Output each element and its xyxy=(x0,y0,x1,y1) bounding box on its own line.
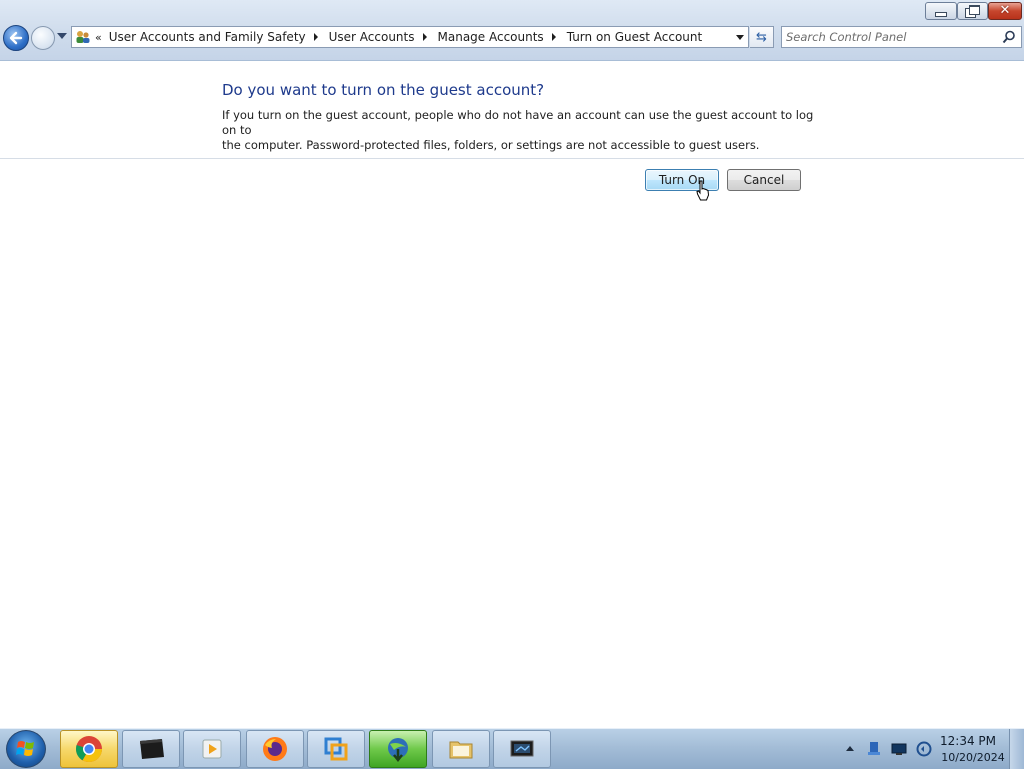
control-panel-icon xyxy=(510,740,534,757)
restore-icon xyxy=(969,5,980,15)
media-player-icon xyxy=(202,739,222,759)
monitor-icon[interactable] xyxy=(891,741,907,757)
system-tray: 12:34 PM 10/20/2024 xyxy=(820,729,1024,769)
taskbar-explorer[interactable] xyxy=(432,730,490,768)
breadcrumb-arrow-icon[interactable] xyxy=(551,33,556,41)
taskbar-terminal[interactable] xyxy=(122,730,180,768)
breadcrumb-manage-accounts[interactable]: Manage Accounts xyxy=(435,30,547,44)
breadcrumb-overflow[interactable]: « xyxy=(91,31,106,44)
close-button[interactable]: ✕ xyxy=(988,2,1022,20)
search-box[interactable] xyxy=(781,26,1022,48)
network-share-icon[interactable] xyxy=(866,741,882,757)
hand-cursor-icon xyxy=(696,180,710,201)
volume-icon[interactable] xyxy=(916,741,932,757)
breadcrumb-user-accounts[interactable]: User Accounts xyxy=(326,30,418,44)
page-description: If you turn on the guest account, people… xyxy=(222,108,822,153)
taskbar-vmware[interactable] xyxy=(307,730,365,768)
breadcrumb-user-accounts-family-safety[interactable]: User Accounts and Family Safety xyxy=(106,30,309,44)
clock-time[interactable]: 12:34 PM xyxy=(938,734,998,748)
restore-button[interactable] xyxy=(957,2,988,20)
breadcrumb-arrow-icon[interactable] xyxy=(313,33,318,41)
back-button[interactable] xyxy=(3,25,29,51)
search-icon[interactable] xyxy=(1002,30,1016,44)
back-arrow-icon xyxy=(9,31,23,45)
close-icon: ✕ xyxy=(999,3,1011,18)
show-hidden-icons-icon[interactable] xyxy=(846,746,854,751)
forward-button[interactable] xyxy=(31,26,55,50)
show-desktop-button[interactable] xyxy=(1009,729,1024,769)
refresh-button[interactable]: ⇆ xyxy=(750,26,774,48)
idm-icon xyxy=(388,738,408,763)
description-line: the computer. Password-protected files, … xyxy=(222,138,760,152)
description-line: If you turn on the guest account, people… xyxy=(222,108,814,137)
taskbar-chrome[interactable] xyxy=(60,730,118,768)
minimize-icon xyxy=(935,11,947,17)
refresh-icon: ⇆ xyxy=(756,29,767,45)
user-accounts-icon xyxy=(75,29,91,45)
divider xyxy=(0,158,1024,159)
recent-pages-dropdown[interactable] xyxy=(57,33,67,39)
cancel-button[interactable]: Cancel xyxy=(727,169,801,191)
breadcrumb-arrow-icon[interactable] xyxy=(422,33,427,41)
address-dropdown-icon[interactable] xyxy=(736,35,744,40)
taskbar-firefox[interactable] xyxy=(246,730,304,768)
search-input[interactable] xyxy=(786,29,998,45)
taskbar-control-panel[interactable] xyxy=(493,730,551,768)
terminal-icon xyxy=(140,739,164,759)
clock-date[interactable]: 10/20/2024 xyxy=(938,751,1008,764)
vmware-icon xyxy=(324,737,348,761)
taskbar: 12:34 PM 10/20/2024 xyxy=(0,728,1024,769)
minimize-button[interactable] xyxy=(925,2,957,20)
chrome-icon xyxy=(75,736,103,763)
breadcrumb-turn-on-guest-account[interactable]: Turn on Guest Account xyxy=(564,30,706,44)
folder-icon xyxy=(449,741,473,759)
window-chrome: ✕ « User Accounts and Family Safety User… xyxy=(0,0,1024,61)
taskbar-idm[interactable] xyxy=(369,730,427,768)
address-bar[interactable]: « User Accounts and Family Safety User A… xyxy=(71,26,749,48)
firefox-icon xyxy=(263,737,287,761)
page-title: Do you want to turn on the guest account… xyxy=(222,81,545,99)
windows-logo-icon xyxy=(16,741,34,756)
taskbar-media-player[interactable] xyxy=(183,730,241,768)
start-button[interactable] xyxy=(6,730,46,768)
